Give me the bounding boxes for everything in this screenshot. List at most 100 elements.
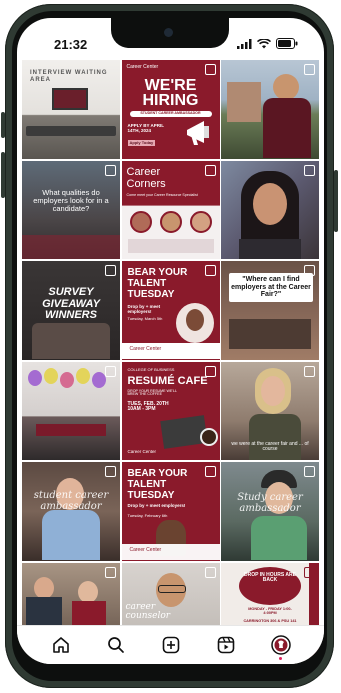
- bottom-nav: [17, 625, 324, 664]
- post-12-jacket: [249, 413, 301, 460]
- post-3-person: [273, 74, 299, 100]
- post-tile-12[interactable]: we were at the career fair and ... of co…: [221, 361, 319, 460]
- camera-icon: [164, 28, 173, 37]
- post-13-text: student career ambassador: [33, 490, 109, 512]
- post-2-brand: Career Center: [126, 64, 159, 70]
- post-12-face: [261, 375, 285, 406]
- post-10-balloon: [28, 369, 42, 386]
- post-tile-2[interactable]: Career Center WE'RE HIRING STUDENT CAREE…: [121, 60, 220, 159]
- post-11-header: COLLEGE OF BUSINESS: [127, 366, 175, 372]
- reel-icon: [304, 365, 315, 377]
- post-8-brand: Career Center: [129, 346, 162, 352]
- search-icon[interactable]: [105, 634, 127, 656]
- phone-screen: 21:32 INTERVIEW WAITING AREA Career Cent…: [17, 18, 324, 664]
- carousel-icon: [204, 265, 216, 276]
- create-icon[interactable]: [160, 634, 182, 656]
- post-14-subtitle: Drop by + meet employers!: [127, 503, 186, 508]
- post-11-brand: Career Center: [127, 448, 157, 454]
- reel-icon: [304, 64, 315, 75]
- megaphone-icon: [186, 121, 209, 145]
- avatar: [189, 210, 212, 233]
- post-7-text: SURVEY GIVEAWAY WINNERS: [42, 286, 100, 322]
- reel-icon: [105, 566, 116, 578]
- post-17-text: career counselor: [125, 601, 171, 622]
- post-4-text: What qualities do employers look for in …: [33, 187, 109, 213]
- reel-icon: [204, 566, 216, 578]
- post-tile-5[interactable]: Career Corners Come meet your Career Res…: [121, 160, 220, 259]
- post-1-screen: [52, 88, 88, 110]
- post-16-suit: [26, 596, 62, 627]
- post-tile-8[interactable]: BEAR YOUR TALENT TUESDAY Drop by + meet …: [121, 261, 220, 360]
- post-18-hours: MONDAY - FRIDAY 1:00-4:00PM: [248, 606, 292, 615]
- side-button-right: [334, 170, 338, 232]
- post-11-date: TUES, FEB. 20TH 10AM - 3PM: [127, 400, 169, 412]
- post-10-balloon: [60, 371, 74, 388]
- notification-dot: [278, 657, 282, 660]
- post-5-footer: [127, 238, 214, 253]
- reel-icon: [304, 164, 315, 176]
- post-tile-7[interactable]: SURVEY GIVEAWAY WINNERS: [22, 261, 120, 360]
- post-16-face: [34, 576, 54, 599]
- post-16-face: [78, 580, 98, 603]
- post-5-avatars: [129, 210, 212, 233]
- post-2-title: WE'RE HIRING: [142, 77, 199, 110]
- post-12-caption: we were at the career fair and ... of co…: [231, 440, 309, 452]
- post-18-location: CARRINGTON 306 & PSU 141: [243, 618, 297, 623]
- post-2-date: APPLY BY APRIL 14TH, 2024: [127, 123, 164, 133]
- post-9-text: "Where can I find employers at the Caree…: [229, 273, 313, 303]
- carousel-icon: [204, 164, 216, 176]
- post-11-coffee: [199, 427, 218, 446]
- post-2-cta: Apply Today: [127, 140, 156, 147]
- post-10-table: [36, 423, 106, 436]
- avatar: [159, 210, 182, 233]
- post-tile-14[interactable]: BEAR YOUR TALENT TUESDAY Drop by + meet …: [121, 462, 220, 561]
- avatar: [129, 210, 152, 233]
- post-18-title: DROP IN HOURS ARE BACK: [244, 571, 296, 583]
- post-6-shirt: [239, 238, 301, 259]
- post-7-people: [32, 323, 110, 359]
- posts-grid: INTERVIEW WAITING AREA Career Center WE'…: [22, 60, 319, 661]
- carousel-icon: [204, 466, 216, 477]
- reel-icon: [105, 164, 116, 176]
- post-1-text: INTERVIEW WAITING AREA: [30, 70, 108, 83]
- post-10-balloon: [76, 367, 90, 384]
- post-10-balloon: [92, 371, 106, 388]
- carousel-icon: [204, 64, 216, 75]
- post-13-shirt: [42, 510, 100, 560]
- notch: [111, 18, 229, 48]
- post-tile-4[interactable]: What qualities do employers look for in …: [22, 160, 120, 259]
- reel-icon: [105, 365, 116, 377]
- post-2-subtitle: STUDENT CAREER AMBASSADOR: [129, 111, 212, 117]
- post-tile-9[interactable]: "Where can I find employers at the Caree…: [221, 261, 319, 360]
- post-11-subtitle: DROP YOUR RESUME WE'LL BREW THE COFFEE: [127, 388, 177, 397]
- post-5-title: Career Corners: [126, 165, 166, 190]
- post-14-title: BEAR YOUR TALENT TUESDAY: [127, 468, 188, 501]
- status-icons: [237, 38, 298, 49]
- post-14-date: Tuesday, February 6th: [127, 513, 168, 518]
- post-16-shirt: [72, 600, 106, 627]
- post-3-gown: [263, 98, 311, 158]
- post-17-glasses: [157, 584, 186, 593]
- post-11-laptop: [159, 414, 208, 449]
- reels-icon[interactable]: [215, 634, 237, 656]
- reel-icon: [105, 466, 116, 477]
- post-tile-13[interactable]: student career ambassador: [22, 462, 120, 561]
- post-tile-11[interactable]: COLLEGE OF BUSINESS RESUMÉ CAFE DROP YOU…: [121, 361, 220, 460]
- profile-icon[interactable]: [270, 634, 292, 660]
- post-3-building: [227, 82, 261, 122]
- post-10-balloon: [44, 367, 58, 384]
- post-tile-10[interactable]: [22, 361, 120, 460]
- status-time: 21:32: [54, 37, 88, 52]
- post-tile-6[interactable]: [221, 160, 319, 259]
- reel-icon: [304, 466, 315, 477]
- post-tile-3[interactable]: [221, 60, 319, 159]
- post-4-crowd: [22, 234, 120, 259]
- post-8-title: BEAR YOUR TALENT TUESDAY: [127, 267, 188, 300]
- home-icon[interactable]: [50, 634, 72, 656]
- post-tile-15[interactable]: Study career ambassador: [221, 462, 319, 561]
- signal-icon: [237, 38, 252, 49]
- post-tile-1[interactable]: INTERVIEW WAITING AREA: [22, 60, 120, 159]
- post-1-bench: [26, 126, 116, 136]
- post-5-subtitle: Come meet your Career Resource Specialis…: [126, 192, 198, 197]
- post-11-title: RESUMÉ CAFE: [127, 374, 208, 387]
